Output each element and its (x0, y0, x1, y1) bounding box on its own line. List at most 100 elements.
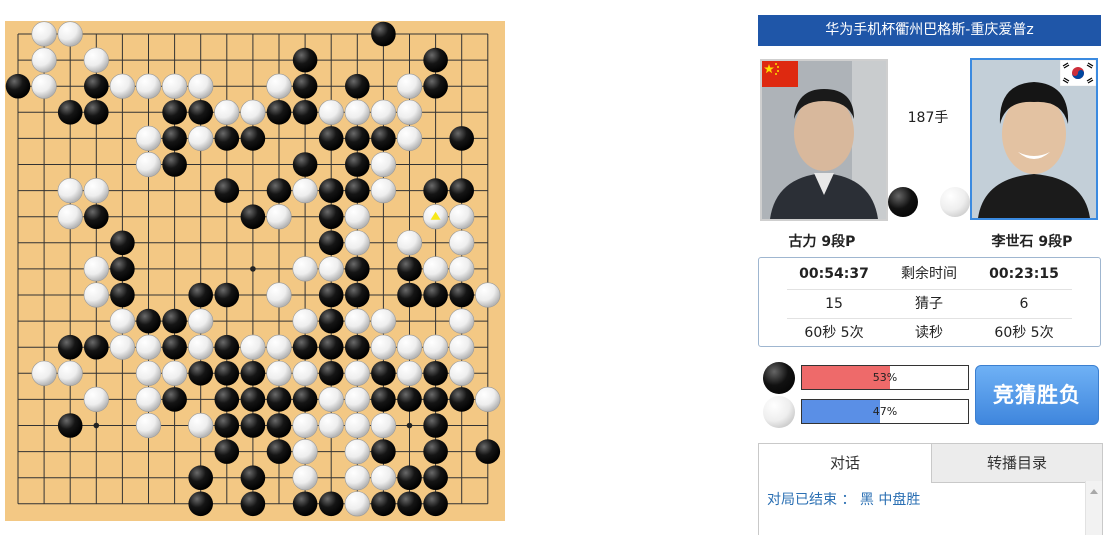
black-stone (345, 334, 370, 360)
white-stone (396, 99, 423, 125)
black-guess: 15 (825, 296, 843, 312)
white-stone (370, 465, 397, 491)
star-point (250, 266, 256, 272)
black-stone (423, 361, 448, 386)
go-board[interactable] (5, 21, 505, 521)
guess-row: 15 猜子 6 (759, 290, 1100, 319)
white-player-name: 李世石 9段P (991, 234, 1073, 250)
scroll-up-icon[interactable] (1090, 489, 1098, 494)
black-stone (110, 230, 135, 256)
black-stone (5, 73, 31, 99)
white-stone (370, 99, 397, 125)
white-stone (188, 334, 214, 360)
black-stone (397, 256, 422, 282)
white-stone-icon (763, 396, 795, 428)
guess-label: 猜子 (915, 296, 943, 312)
black-stone (266, 178, 292, 203)
white-stone (344, 99, 370, 125)
white-stone (344, 386, 370, 413)
white-stone (318, 386, 344, 413)
black-stone (345, 178, 370, 203)
white-stone (396, 73, 423, 99)
white-stone (83, 47, 109, 73)
white-stone (449, 308, 475, 334)
white-stone (318, 256, 344, 282)
white-stone (57, 360, 83, 386)
white-win-percent: 47% (872, 405, 898, 418)
black-stone (397, 491, 422, 517)
white-stone (135, 334, 162, 360)
black-stone (318, 178, 344, 203)
black-stone (214, 361, 240, 386)
black-stone (266, 439, 292, 464)
black-stone (266, 100, 292, 125)
white-stone (31, 21, 57, 47)
white-stone (109, 308, 135, 334)
black-stone (397, 465, 422, 491)
white-stone (83, 178, 109, 204)
white-stone (292, 465, 318, 491)
white-stone (344, 204, 370, 230)
black-stone (292, 73, 318, 99)
black-stone (57, 413, 83, 438)
white-player-photo (970, 58, 1098, 220)
white-stone (370, 151, 397, 178)
black-stone (84, 73, 109, 99)
black-stone (318, 230, 344, 256)
black-stone (318, 361, 344, 386)
black-stone (423, 413, 448, 438)
black-stone (57, 100, 83, 125)
black-stone (188, 465, 213, 491)
white-stone (475, 386, 501, 413)
white-stone (449, 230, 475, 256)
white-stone (31, 47, 57, 73)
black-stone (214, 282, 240, 308)
guess-result-button[interactable]: 竞猜胜负 (975, 365, 1099, 425)
white-stone (266, 204, 292, 230)
black-stone (57, 334, 83, 360)
white-stone (214, 99, 240, 125)
white-stone (162, 360, 188, 386)
black-stone (292, 47, 318, 73)
black-stone (371, 491, 396, 517)
white-stone (188, 412, 214, 439)
chat-scrollbar[interactable] (1085, 481, 1102, 535)
black-stone (449, 126, 475, 151)
white-stone (423, 256, 449, 282)
go-board-svg[interactable] (5, 21, 505, 521)
tab-chat[interactable]: 对话 (758, 443, 932, 482)
black-stone (345, 256, 370, 282)
korea-flag-icon (1060, 60, 1096, 86)
time-row: 00:54:37 剩余时间 00:23:15 (759, 260, 1100, 289)
black-stone (214, 178, 240, 203)
black-stone (397, 282, 422, 308)
black-stone (214, 413, 240, 438)
black-stone (162, 152, 187, 177)
tab-broadcast-list[interactable]: 转播目录 (931, 443, 1103, 483)
game-info-panel: 华为手机杯衢州巴格斯-重庆爱普z 187手 古力 9段P 李世石 9段P 00:… (758, 15, 1103, 535)
black-stone (84, 334, 109, 360)
white-stone (188, 125, 214, 151)
black-stone (423, 465, 448, 491)
white-stone (266, 334, 292, 360)
white-stone (57, 204, 83, 230)
white-stone (188, 308, 214, 334)
white-stone (449, 256, 475, 282)
white-stone (344, 439, 370, 465)
white-stone (292, 412, 318, 439)
black-byoyomi: 60秒 5次 (804, 325, 864, 341)
black-stone (345, 152, 370, 177)
white-stone (31, 73, 57, 99)
byoyomi-label: 读秒 (915, 325, 943, 341)
black-stone (162, 387, 187, 412)
black-stone (292, 387, 318, 412)
black-stone (240, 361, 266, 386)
black-stone (188, 361, 213, 386)
white-stone (188, 73, 214, 99)
black-stone (345, 126, 370, 151)
white-stone (423, 334, 449, 360)
white-stone (83, 386, 109, 413)
stats-table: 00:54:37 剩余时间 00:23:15 15 猜子 6 60秒 5次 读秒… (758, 257, 1101, 347)
black-stone (162, 126, 187, 151)
black-stone (214, 334, 240, 360)
